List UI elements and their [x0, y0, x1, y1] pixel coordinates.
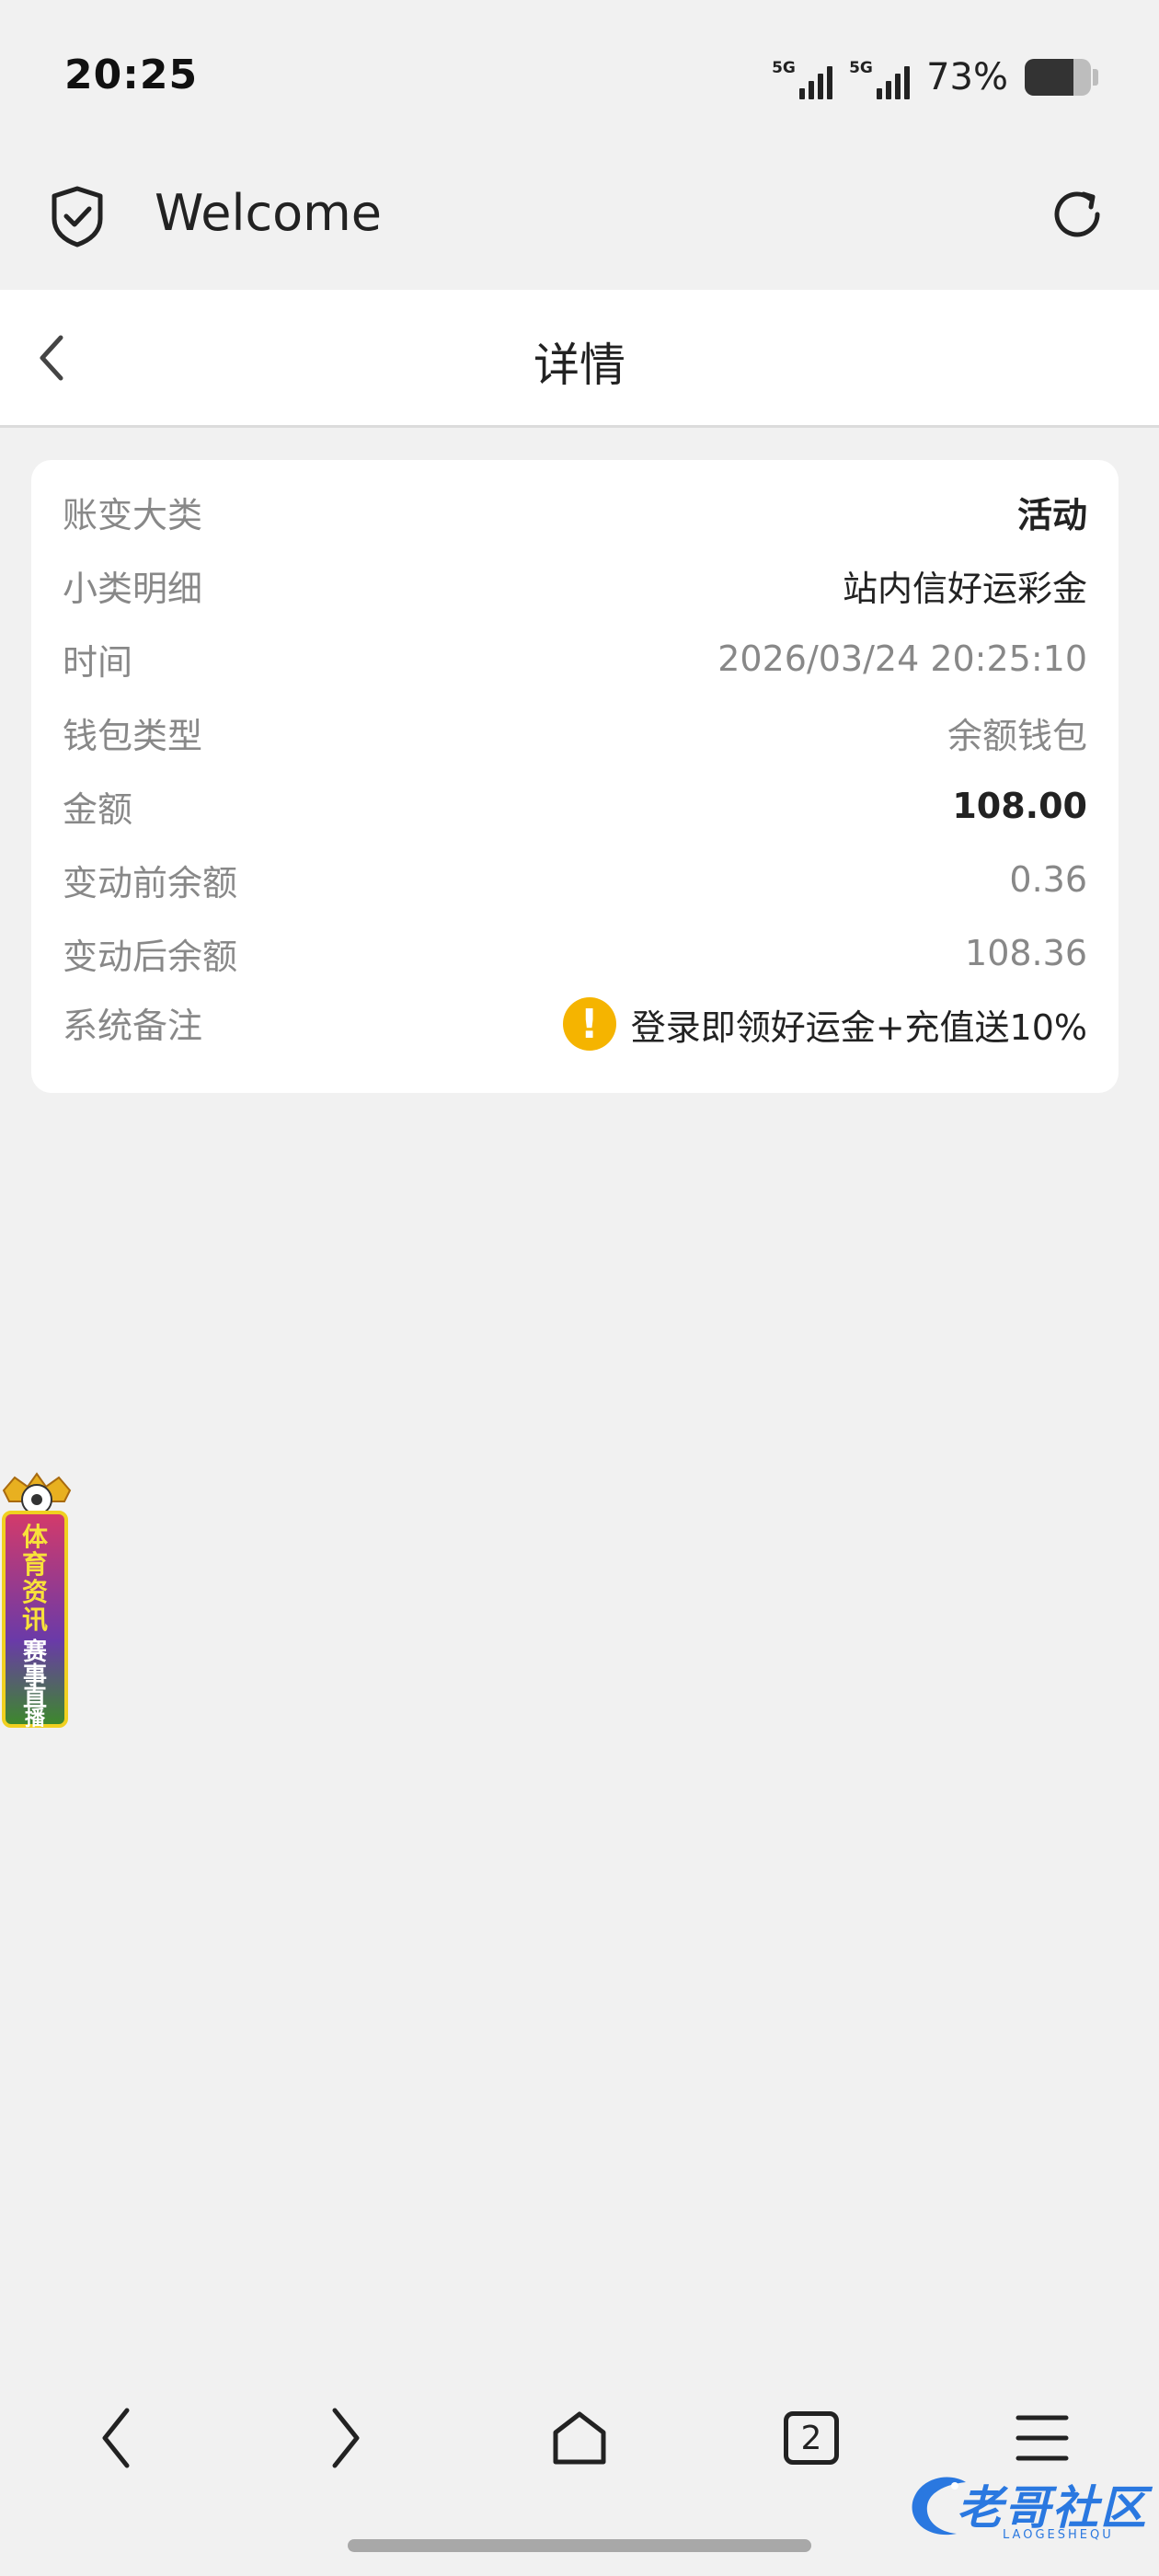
detail-value: 108.00: [952, 786, 1087, 826]
detail-label: 变动后余额: [63, 936, 238, 977]
svg-text:育: 育: [22, 1549, 48, 1580]
detail-label: 小类明细: [63, 568, 203, 609]
detail-label: 系统备注: [63, 1006, 203, 1046]
detail-label: 账变大类: [63, 494, 203, 535]
battery-icon: [1025, 59, 1091, 96]
warning-icon: !: [562, 997, 616, 1051]
detail-row-wallet: 钱包类型 余额钱包: [31, 696, 1119, 769]
battery-cap: [1093, 69, 1098, 86]
back-icon: [102, 2408, 130, 2468]
battery-percent: 73%: [926, 56, 1008, 98]
svg-text:体: 体: [22, 1522, 49, 1552]
signal-icon-2: 5G: [849, 55, 911, 99]
nav-back-button[interactable]: [69, 2392, 161, 2484]
detail-row-balance-before: 变动前余额 0.36: [31, 843, 1119, 916]
detail-label: 钱包类型: [63, 715, 203, 756]
detail-row-amount: 金额 108.00: [31, 769, 1119, 843]
detail-row-note: 系统备注 ! 登录即领好运金+充值送10%: [31, 990, 1119, 1073]
detail-label: 时间: [63, 641, 133, 683]
detail-value: 登录即领好运金+充值送10%: [630, 1006, 1087, 1048]
browser-page-title: Welcome: [155, 184, 383, 242]
detail-value: 2026/03/24 20:25:10: [717, 638, 1087, 679]
nav-home-button[interactable]: [534, 2392, 625, 2484]
note-value: ! 登录即领好运金+充值送10%: [562, 997, 1087, 1051]
detail-value: 余额钱包: [947, 715, 1087, 756]
detail-value: 活动: [1016, 494, 1087, 535]
tabs-count: 2: [800, 2419, 822, 2457]
detail-row-category: 账变大类 活动: [31, 475, 1119, 548]
detail-row-subcategory: 小类明细 站内信好运彩金: [31, 548, 1119, 622]
sports-news-banner[interactable]: 体 育 资 讯 赛 事 直 播: [0, 1472, 74, 1730]
detail-row-balance-after: 变动后余额 108.36: [31, 916, 1119, 990]
detail-value: 0.36: [1009, 859, 1087, 900]
detail-value: 108.36: [965, 933, 1087, 973]
detail-label: 金额: [63, 788, 133, 830]
refresh-icon[interactable]: [1047, 184, 1107, 245]
shield-check-icon[interactable]: [48, 184, 107, 248]
page-header: 详情: [0, 290, 1159, 428]
transaction-detail-card: 账变大类 活动 小类明细 站内信好运彩金 时间 2026/03/24 20:25…: [31, 460, 1119, 1093]
battery-fill: [1025, 59, 1073, 96]
detail-row-time: 时间 2026/03/24 20:25:10: [31, 622, 1119, 696]
home-icon: [553, 2411, 606, 2465]
status-bar: 20:25 5G 5G 73%: [0, 0, 1159, 156]
network-type-label: 5G: [772, 59, 796, 77]
detail-value: 站内信好运彩金: [842, 568, 1087, 609]
forward-icon: [332, 2408, 360, 2468]
status-indicators: 5G 5G 73%: [772, 52, 1098, 103]
svg-text:讯: 讯: [22, 1604, 48, 1635]
home-indicator[interactable]: [348, 2539, 811, 2552]
tabs-icon: 2: [784, 2411, 839, 2465]
watermark-subtext: LAOGESHEQU: [1003, 2528, 1114, 2542]
status-time: 20:25: [64, 52, 199, 98]
screen: 20:25 5G 5G 73% Welcome 详情 账变大类 活动 小类明细 …: [0, 0, 1159, 2576]
detail-label: 变动前余额: [63, 862, 238, 903]
svg-text:资: 资: [22, 1577, 48, 1607]
watermark-logo: 老哥社区 LAOGESHEQU: [901, 2466, 1150, 2548]
browser-toolbar: Welcome: [0, 156, 1159, 290]
signal-icon: 5G: [772, 55, 833, 99]
page-title: 详情: [534, 339, 625, 392]
nav-forward-button[interactable]: [301, 2392, 393, 2484]
nav-tabs-button[interactable]: 2: [765, 2392, 857, 2484]
svg-text:播: 播: [25, 1708, 46, 1730]
network-type-label-2: 5G: [849, 59, 873, 77]
menu-icon: [1016, 2415, 1069, 2461]
